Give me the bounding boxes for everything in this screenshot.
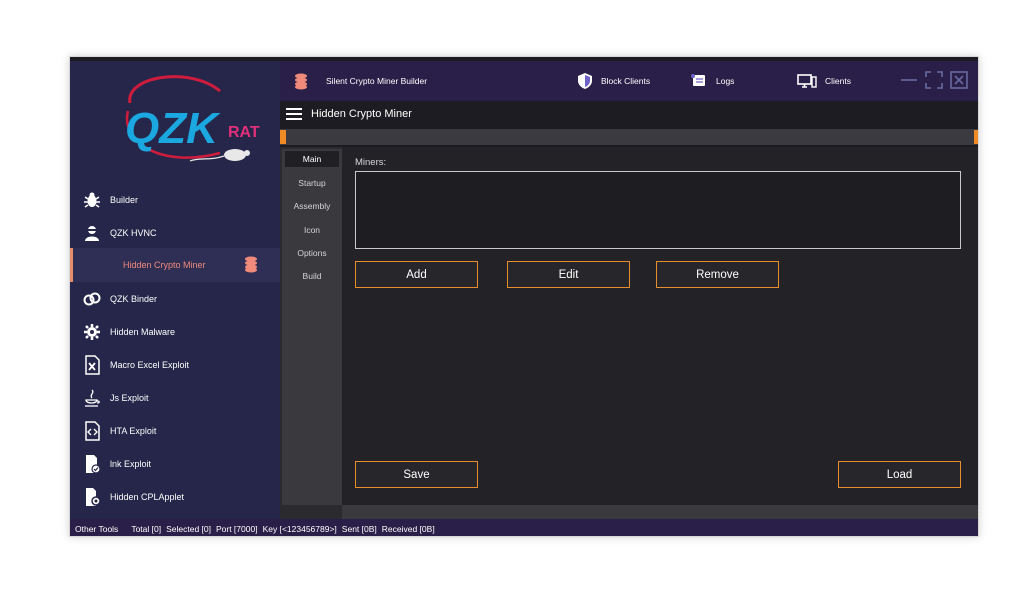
sidebar-item-label: QZK HVNC [110, 228, 157, 238]
sidebar-item-qzk-binder[interactable]: QZK Binder [70, 284, 280, 314]
sidebar-item-label: lnk Exploit [110, 459, 152, 469]
miners-list[interactable] [355, 171, 961, 249]
block-clients-button[interactable]: Block Clients [577, 71, 650, 91]
shield-icon [578, 73, 592, 89]
logs-button[interactable]: Logs [690, 71, 734, 91]
hacker-icon [82, 223, 102, 243]
other-tools-link[interactable]: Other Tools [75, 524, 118, 534]
tab-strip: Main Startup Assembly Icon Options Build [282, 149, 342, 505]
sidebar-item-label: Macro Excel Exploit [110, 360, 190, 370]
gear-icon [82, 322, 102, 342]
sidebar-item-macro-excel-exploit[interactable]: Macro Excel Exploit [70, 350, 280, 380]
tab-assembly[interactable]: Assembly [282, 198, 342, 214]
content-area: Main Startup Assembly Icon Options Build… [280, 147, 978, 519]
sidebar-item-label: Hidden CPLApplet [110, 492, 185, 502]
remove-button[interactable]: Remove [656, 261, 779, 288]
progress-left-marker [280, 130, 286, 144]
logo-sub-text: RAT [228, 124, 260, 141]
status-total: Total [0] [131, 523, 162, 534]
sidebar-item-builder[interactable]: Builder [70, 185, 280, 215]
block-clients-label: Block Clients [601, 76, 651, 86]
tab-options[interactable]: Options [282, 245, 342, 261]
status-received: Received [0B] [381, 523, 435, 534]
tab-startup[interactable]: Startup [282, 175, 342, 191]
maximize-icon[interactable] [925, 71, 943, 89]
sidebar-item-hidden-crypto-miner[interactable]: Hidden Crypto Miner [70, 248, 280, 282]
sidebar-item-js-exploit[interactable]: Js Exploit [70, 383, 280, 413]
load-button[interactable]: Load [838, 461, 961, 488]
page-title: Hidden Crypto Miner [311, 108, 412, 120]
tab-icon[interactable]: Icon [282, 222, 342, 238]
hamburger-menu-icon[interactable] [286, 108, 302, 120]
sidebar-item-lnk-exploit[interactable]: lnk Exploit [70, 449, 280, 479]
miners-label: Miners: [355, 157, 387, 168]
coins-icon [242, 255, 260, 273]
java-icon [82, 388, 102, 408]
status-bar: Other Tools Total [0] Selected [0] Port … [70, 519, 978, 536]
add-button[interactable]: Add [355, 261, 478, 288]
sidebar-item-label: QZK Binder [110, 294, 158, 304]
sidebar: QZK RAT Builder QZK HVNC Hidden Crypto M… [70, 61, 280, 519]
scroll-icon [691, 74, 705, 86]
horizontal-scrollbar[interactable] [342, 505, 978, 519]
section-header: Hidden Crypto Miner [280, 101, 978, 127]
sidebar-item-hidden-malware[interactable]: Hidden Malware [70, 317, 280, 347]
progress-right-marker [974, 130, 978, 144]
sidebar-item-label: HTA Exploit [110, 426, 157, 436]
edit-button[interactable]: Edit [507, 261, 630, 288]
logs-label: Logs [716, 76, 735, 86]
main-panel: Miners: Add Edit Remove Save Load [342, 147, 978, 505]
status-selected: Selected [0] [166, 523, 211, 534]
bug-icon [82, 190, 102, 210]
save-button[interactable]: Save [355, 461, 478, 488]
sidebar-item-label: Hidden Crypto Miner [123, 260, 206, 270]
coins-icon [295, 73, 307, 90]
status-port: Port [7000] [215, 523, 258, 534]
close-icon[interactable] [950, 71, 968, 89]
status-sent: Sent [0B] [341, 523, 377, 534]
clients-button[interactable]: Clients [797, 71, 851, 91]
sidebar-item-hidden-cplapplet[interactable]: Hidden CPLApplet [70, 482, 280, 512]
shortcut-file-icon [82, 454, 102, 474]
qzk-rat-logo: QZK RAT [125, 75, 260, 162]
sidebar-item-label: Js Exploit [110, 393, 149, 403]
tab-main[interactable]: Main [285, 151, 339, 167]
progress-bar [280, 129, 978, 145]
app-window: QZK RAT Builder QZK HVNC Hidden Crypto M… [69, 56, 979, 537]
sidebar-item-label: Builder [110, 195, 139, 205]
tab-build[interactable]: Build [282, 268, 342, 284]
sidebar-item-hta-exploit[interactable]: HTA Exploit [70, 416, 280, 446]
top-bar: Silent Crypto Miner Builder Block Client… [280, 61, 978, 101]
settings-file-icon [82, 487, 102, 507]
status-key: Key [<123456789>] [262, 523, 337, 534]
excel-file-icon [82, 355, 102, 375]
app-title: Silent Crypto Miner Builder [292, 71, 427, 91]
minimize-icon[interactable] [900, 71, 918, 89]
code-file-icon [82, 421, 102, 441]
app-title-text: Silent Crypto Miner Builder [326, 76, 428, 86]
sidebar-item-label: Hidden Malware [110, 327, 176, 337]
sidebar-item-qzk-hvnc[interactable]: QZK HVNC [70, 218, 280, 248]
logo-main-text: QZK [125, 104, 221, 153]
monitor-icon [797, 74, 817, 88]
link-icon [82, 289, 102, 309]
clients-label: Clients [825, 76, 851, 86]
